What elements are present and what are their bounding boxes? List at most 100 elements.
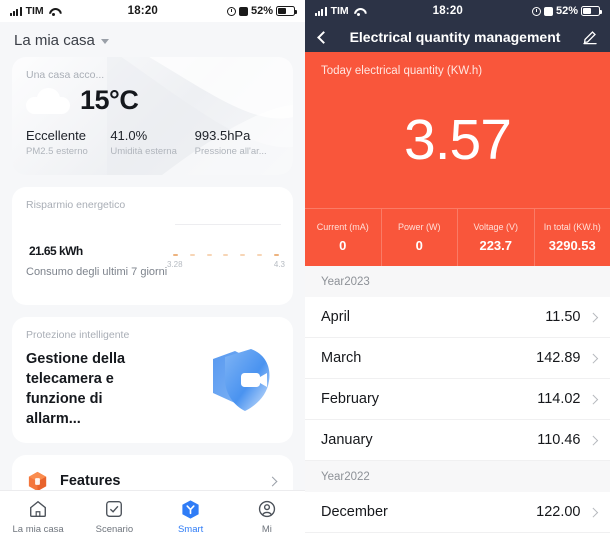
person-circle-icon (256, 499, 277, 520)
mini-chart-axis: 3.28 4.3 (167, 260, 285, 269)
mini-chart-min-label: 3.28 (167, 260, 183, 269)
weather-stat-key: Umidità esterna (110, 146, 177, 157)
tab-label: La mia casa (12, 523, 64, 535)
signal-bars-icon (10, 6, 22, 16)
today-summary-label: Today electrical quantity (KW.h) (321, 65, 483, 77)
tab-label: Scenario (95, 523, 134, 535)
mini-chart-max-label: 4.3 (273, 260, 285, 269)
weather-stat: 993.5hPa Pressione all'ar... (195, 128, 279, 157)
weather-card-label: Una casa acco... (26, 69, 105, 81)
right-phone-screen: TIM 18:20 52% Electrical quantity manage… (305, 0, 610, 542)
weather-stat: Eccellente PM2.5 esterno (26, 128, 110, 157)
location-icon (226, 6, 236, 16)
list-item[interactable]: March 142.89 (305, 338, 610, 379)
pencil-edit-icon[interactable] (582, 29, 598, 45)
stat-voltage: Voltage (V) 223.7 (458, 209, 535, 266)
list-item-value: 114.02 (537, 391, 581, 407)
weather-stat-value: 41.0% (110, 128, 148, 143)
status-bar-right: 52% (531, 5, 602, 17)
tab-scenario[interactable]: Scenario (76, 499, 152, 535)
location-icon (531, 6, 541, 16)
chevron-right-icon (588, 312, 598, 322)
list-item-name: February (321, 391, 380, 407)
tab-smart[interactable]: Smart (153, 499, 229, 535)
left-scroll-area[interactable]: Una casa acco... 15°C Eccellente PM2.5 e… (0, 57, 305, 490)
left-phone-screen: TIM 18:20 52% La mia casa Una casa acco.… (0, 0, 305, 542)
weather-main: 15°C (12, 81, 293, 116)
protection-card-label: Protezione intelligente (26, 329, 130, 341)
carrier-label: TIM (330, 5, 349, 17)
nav-bar: Electrical quantity management (305, 22, 610, 52)
stat-label: In total (KW.h) (543, 222, 601, 232)
energy-card-label: Risparmio energetico (26, 199, 126, 211)
battery-icon (276, 6, 297, 16)
smart-hex-icon (180, 499, 201, 520)
stat-power: Power (W) 0 (382, 209, 458, 266)
wifi-icon (353, 7, 364, 16)
tab-la-mia-casa[interactable]: La mia casa (0, 499, 76, 535)
stat-label: Current (mA) (316, 222, 369, 232)
summary-stats-row: Current (mA) 0 Power (W) 0 Voltage (V) 2… (305, 208, 610, 266)
right-status-bar: TIM 18:20 52% (305, 0, 610, 22)
chevron-right-icon (588, 394, 598, 404)
orange-cube-icon (26, 470, 49, 490)
alarm-icon (238, 6, 248, 16)
features-row[interactable]: Features (12, 455, 293, 490)
energy-saving-card[interactable]: Risparmio energetico 21.65 kWh Consumo de… (12, 187, 293, 305)
stat-current: Current (mA) 0 (305, 209, 382, 266)
monthly-consumption-list[interactable]: Year2023 April 11.50 March 142.89 Februa… (305, 266, 610, 542)
chevron-down-icon (100, 39, 109, 44)
weather-card[interactable]: Una casa acco... 15°C Eccellente PM2.5 e… (12, 57, 293, 175)
home-selector[interactable]: La mia casa (0, 22, 305, 57)
chevron-right-icon (588, 353, 598, 363)
home-title-label: La mia casa (14, 32, 95, 49)
smart-protection-card[interactable]: Protezione intelligente Gestione della t… (12, 317, 293, 443)
back-chevron-icon[interactable] (317, 30, 330, 44)
list-item-name: January (321, 432, 373, 448)
list-item-name: December (321, 504, 388, 520)
list-item[interactable]: January 110.46 (305, 420, 610, 461)
chevron-right-icon (588, 435, 598, 445)
list-item-name: April (321, 309, 351, 325)
weather-stat-value: Eccellente (26, 128, 86, 143)
tab-label: Smart (177, 523, 204, 535)
signal-bars-icon (315, 6, 327, 16)
battery-icon (581, 6, 602, 16)
features-label: Features (60, 473, 121, 489)
left-status-bar: TIM 18:20 52% (0, 0, 305, 22)
weather-stat-value: 993.5hPa (194, 128, 251, 143)
weather-stats: Eccellente PM2.5 esterno 41.0% Umidità e… (12, 116, 293, 157)
energy-mini-chart: 3.28 4.3 (167, 224, 285, 284)
checkbox-icon (104, 499, 125, 520)
list-item-value: 11.50 (545, 309, 581, 325)
protection-card-title: Gestione della telecamera e funzione di … (26, 351, 126, 427)
mini-chart-dots (167, 254, 285, 256)
dual-screenshot: TIM 18:20 52% La mia casa Una casa acco.… (0, 0, 610, 542)
list-item-name: March (321, 350, 362, 366)
home-icon (28, 499, 49, 520)
stat-label: Power (W) (398, 222, 441, 232)
list-item[interactable]: February 114.02 (305, 379, 610, 420)
shield-camera-icon (201, 343, 281, 423)
stat-value: 0 (415, 238, 423, 253)
chevron-right-icon (267, 476, 278, 486)
energy-unit: kWh (59, 244, 83, 258)
today-summary-panel: Today electrical quantity (KW.h) 3.57 Cu… (305, 52, 610, 266)
page-title: Electrical quantity management (349, 29, 561, 45)
energy-card-body: 21.65 kWh Consumo degli ultimi 7 giorni 3… (12, 211, 293, 278)
status-bar-left: TIM (315, 5, 364, 17)
weather-stat: 41.0% Umidità esterna (110, 128, 194, 157)
stat-in-total: In total (KW.h) 3290.53 (535, 209, 610, 266)
chevron-right-icon (588, 507, 598, 517)
stat-label: Voltage (V) (473, 222, 519, 232)
status-bar-left: TIM (10, 5, 59, 17)
cloud-icon (26, 87, 70, 114)
list-item[interactable]: April 11.50 (305, 297, 610, 338)
list-item-value: 110.46 (537, 432, 581, 448)
temperature-value: 15°C (80, 85, 139, 115)
tab-mi[interactable]: Mi (229, 499, 305, 535)
list-item[interactable]: December 122.00 (305, 492, 610, 533)
mini-chart-rule (175, 224, 281, 225)
alarm-icon (543, 6, 553, 16)
status-bar-clock: 18:20 (127, 5, 159, 17)
